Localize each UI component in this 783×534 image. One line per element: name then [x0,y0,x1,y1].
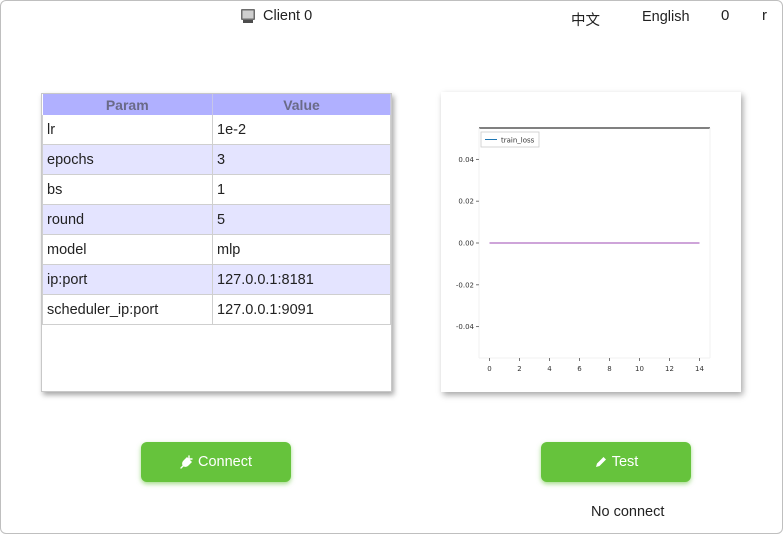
connect-button[interactable]: Connect [141,442,291,482]
y-tick-label: -0.04 [456,323,475,331]
table-row[interactable]: round 5 [42,204,391,235]
value-column-header[interactable]: Value [212,94,391,115]
param-name-cell[interactable]: lr [42,115,213,145]
x-tick-label: 4 [547,365,552,373]
x-tick-label: 8 [607,365,611,373]
params-table-header-row: Param Value [42,94,391,115]
connect-button-label: Connect [197,454,252,470]
test-button-label: Test [611,454,639,470]
language-english-link[interactable]: English [642,9,690,25]
param-name-cell[interactable]: bs [42,174,213,205]
window-title-text: Client 0 [263,8,313,24]
counter-value: 0 [721,7,730,24]
y-tick-label: 0.04 [458,156,474,164]
y-tick-label: 0.02 [458,198,474,206]
param-column-header[interactable]: Param [42,94,213,115]
x-tick-label: 0 [487,365,491,373]
param-value-cell[interactable]: mlp [212,234,391,265]
plug-icon [180,455,193,469]
window-title: Client 0 [240,8,312,24]
top-bar: Client 0 中文 English 0 r [0,0,783,36]
language-chinese-link[interactable]: 中文 [571,9,600,30]
pencil-icon [595,457,606,467]
param-value-cell[interactable]: 127.0.0.1:9091 [212,294,391,325]
table-row[interactable]: lr 1e-2 [42,115,391,145]
x-tick-label: 14 [695,365,704,373]
table-row[interactable]: scheduler_ip:port 127.0.0.1:9091 [42,294,391,325]
param-name-cell[interactable]: model [42,234,213,265]
legend-label-train-loss: train_loss [501,137,535,145]
y-tick-label: 0.00 [458,240,474,248]
x-tick-label: 10 [635,365,644,373]
param-name-cell[interactable]: epochs [42,144,213,175]
computer-icon [241,9,255,23]
table-row[interactable]: ip:port 127.0.0.1:8181 [42,264,391,295]
table-row[interactable]: model mlp [42,234,391,265]
table-row[interactable]: epochs 3 [42,144,391,175]
y-tick-label: -0.02 [456,281,474,289]
param-value-cell[interactable]: 1 [212,174,391,205]
test-button[interactable]: Test [541,442,691,482]
table-row[interactable]: bs 1 [42,174,391,205]
param-name-cell[interactable]: scheduler_ip:port [42,294,213,325]
trailing-label: r [762,7,767,24]
params-table: Param Value lr 1e-2 epochs 3 bs 1 round … [42,94,391,325]
param-value-cell[interactable]: 3 [212,144,391,175]
param-value-cell[interactable]: 5 [212,204,391,235]
loss-chart-card: 0 2 4 6 8 10 12 14 0.04 0.02 0.00 -0.02 -0.04 train_… [441,92,741,392]
connection-status: No connect [591,504,665,520]
x-tick-label: 2 [517,365,521,373]
x-tick-label: 6 [577,365,582,373]
param-value-cell[interactable]: 127.0.0.1:8181 [212,264,391,295]
params-table-card: Param Value lr 1e-2 epochs 3 bs 1 round … [41,93,392,392]
param-name-cell[interactable]: round [42,204,213,235]
param-name-cell[interactable]: ip:port [42,264,213,295]
x-tick-label: 12 [665,365,674,373]
loss-chart: 0 2 4 6 8 10 12 14 0.04 0.02 0.00 -0.02 -0.04 train_… [456,127,711,373]
param-value-cell[interactable]: 1e-2 [212,115,391,145]
